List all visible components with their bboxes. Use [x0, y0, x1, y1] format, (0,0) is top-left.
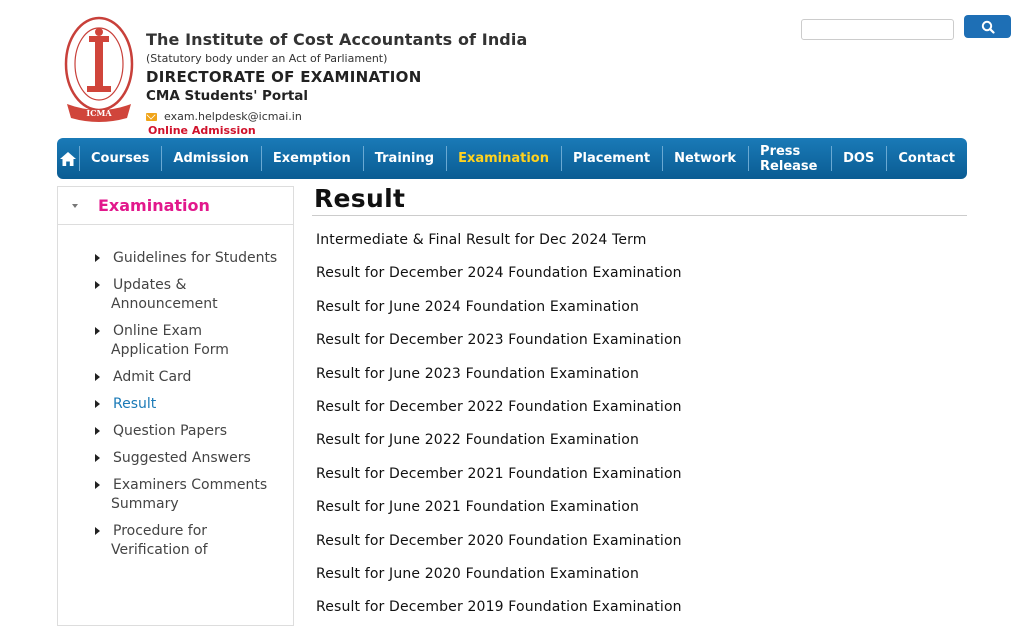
result-list: Intermediate & Final Result for Dec 2024…: [316, 230, 682, 631]
sidebar: Examination Guidelines for Students Upda…: [57, 186, 294, 626]
org-name: The Institute of Cost Accountants of Ind…: [146, 30, 528, 49]
triangle-right-icon: [95, 373, 100, 381]
sidebar-header[interactable]: Examination: [58, 187, 293, 225]
result-link[interactable]: Result for June 2021 Foundation Examinat…: [316, 497, 682, 530]
nav-home-button[interactable]: [57, 138, 79, 179]
title-divider: [312, 215, 967, 216]
org-info: The Institute of Cost Accountants of Ind…: [146, 30, 527, 123]
triangle-right-icon: [95, 481, 100, 489]
main-nav: Courses Admission Exemption Training Exa…: [57, 138, 967, 179]
result-link[interactable]: Result for December 2021 Foundation Exam…: [316, 464, 682, 497]
triangle-right-icon: [95, 454, 100, 462]
search-button[interactable]: [964, 15, 1011, 38]
sidebar-item-question-papers[interactable]: Question Papers: [58, 422, 293, 441]
triangle-right-icon: [95, 527, 100, 535]
email-link[interactable]: exam.helpdesk@icmai.in: [164, 110, 302, 123]
nav-courses[interactable]: Courses: [78, 138, 161, 179]
result-link[interactable]: Result for June 2020 Foundation Examinat…: [316, 564, 682, 597]
page-title: Result: [314, 184, 406, 213]
mail-icon: [146, 112, 157, 121]
sidebar-item-result[interactable]: Result: [58, 395, 293, 414]
caret-down-icon: [72, 203, 78, 208]
sidebar-list: Guidelines for Students Updates & Announ…: [58, 225, 293, 560]
email-row[interactable]: exam.helpdesk@icmai.in: [146, 110, 527, 123]
search-icon: [981, 20, 995, 34]
result-link[interactable]: Result for June 2022 Foundation Examinat…: [316, 430, 682, 463]
sidebar-item-online-exam-form[interactable]: Online Exam Application Form: [58, 322, 293, 360]
result-link[interactable]: Result for December 2023 Foundation Exam…: [316, 330, 682, 363]
nav-admission[interactable]: Admission: [161, 138, 261, 179]
result-link[interactable]: Result for June 2023 Foundation Examinat…: [316, 364, 682, 397]
nav-press-release[interactable]: Press Release: [748, 138, 831, 179]
nav-network[interactable]: Network: [662, 138, 748, 179]
triangle-right-icon: [95, 281, 100, 289]
svg-text:ICMA: ICMA: [86, 108, 112, 118]
result-link[interactable]: Intermediate & Final Result for Dec 2024…: [316, 230, 682, 263]
result-link[interactable]: Result for December 2020 Foundation Exam…: [316, 531, 682, 564]
sidebar-item-admit-card[interactable]: Admit Card: [58, 368, 293, 387]
triangle-right-icon: [95, 427, 100, 435]
sidebar-title: Examination: [98, 196, 210, 215]
search-input[interactable]: [801, 19, 954, 40]
nav-exemption[interactable]: Exemption: [260, 138, 363, 179]
triangle-right-icon: [95, 254, 100, 262]
result-link[interactable]: Result for June 2024 Foundation Examinat…: [316, 297, 682, 330]
portal-title: CMA Students' Portal: [146, 88, 309, 104]
sidebar-item-updates[interactable]: Updates & Announcement: [58, 276, 293, 314]
nav-placement[interactable]: Placement: [561, 138, 662, 179]
nav-contact[interactable]: Contact: [886, 138, 967, 179]
nav-dos[interactable]: DOS: [831, 138, 886, 179]
sidebar-item-suggested-answers[interactable]: Suggested Answers: [58, 449, 293, 468]
sidebar-item-verification[interactable]: Procedure for Verification of: [58, 522, 293, 560]
triangle-right-icon: [95, 400, 100, 408]
sidebar-item-examiners-comments[interactable]: Examiners Comments Summary: [58, 476, 293, 514]
icmai-logo-icon[interactable]: ICMA: [62, 12, 136, 126]
triangle-right-icon: [95, 327, 100, 335]
org-subtitle: (Statutory body under an Act of Parliame…: [146, 52, 388, 65]
online-admission-link[interactable]: Online Admission: [148, 124, 256, 137]
home-icon: [59, 151, 76, 166]
sidebar-item-guidelines[interactable]: Guidelines for Students: [58, 249, 293, 268]
nav-examination[interactable]: Examination: [446, 138, 561, 179]
result-link[interactable]: Result for December 2024 Foundation Exam…: [316, 263, 682, 296]
result-link[interactable]: Result for December 2022 Foundation Exam…: [316, 397, 682, 430]
nav-training[interactable]: Training: [362, 138, 446, 179]
directorate-title: DIRECTORATE OF EXAMINATION: [146, 68, 422, 86]
